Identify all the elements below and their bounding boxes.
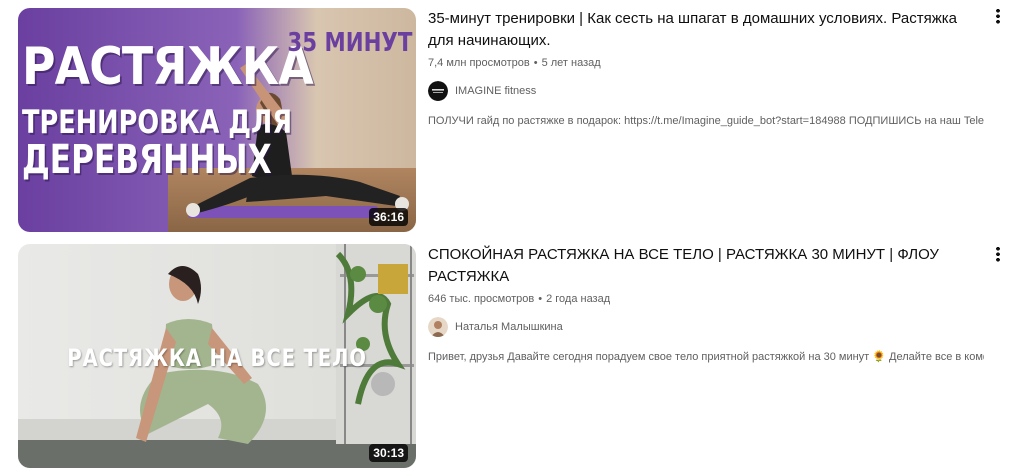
video-info: СПОКОЙНАЯ РАСТЯЖКА НА ВСЕ ТЕЛО | РАСТЯЖК…	[428, 244, 988, 365]
channel-avatar[interactable]	[428, 81, 448, 101]
video-result: РАСТЯЖКА НА ВСЕ ТЕЛО 30:13 СПОКОЙНАЯ РАС…	[0, 238, 1024, 472]
meta-separator: •	[538, 293, 543, 305]
video-description: ПОЛУЧИ гайд по растяжке в подарок: https…	[428, 115, 984, 127]
video-description: Привет, друзья Давайте сегодня порадуем …	[428, 351, 984, 363]
thumbnail-overlay-subtitle: ТРЕНИРОВКА ДЛЯ	[22, 103, 293, 141]
channel-link[interactable]: IMAGINE fitness	[428, 81, 988, 101]
upload-age: 2 года назад	[546, 293, 611, 305]
thumbnail-overlay-title: РАСТЯЖКА	[22, 37, 314, 97]
search-results: РАСТЯЖКА ТРЕНИРОВКА ДЛЯ ДЕРЕВЯННЫХ 35 МИ…	[0, 0, 1024, 476]
channel-link[interactable]: Наталья Малышкина	[428, 317, 988, 337]
upload-age: 5 лет назад	[541, 57, 601, 69]
channel-name[interactable]: Наталья Малышкина	[455, 321, 563, 333]
channel-name[interactable]: IMAGINE fitness	[455, 85, 536, 97]
video-title[interactable]: 35-минут тренировки | Как сесть на шпага…	[428, 8, 984, 52]
meta-separator: •	[533, 57, 538, 69]
channel-avatar[interactable]	[428, 317, 448, 337]
more-vert-icon[interactable]	[988, 4, 1008, 28]
video-info: 35-минут тренировки | Как сесть на шпага…	[428, 8, 988, 129]
view-count: 7,4 млн просмотров	[428, 57, 530, 69]
thumbnail-badge: 35 МИНУТ	[287, 28, 412, 58]
view-count: 646 тыс. просмотров	[428, 293, 535, 305]
video-title[interactable]: СПОКОЙНАЯ РАСТЯЖКА НА ВСЕ ТЕЛО | РАСТЯЖК…	[428, 244, 984, 288]
more-vert-icon[interactable]	[988, 242, 1008, 266]
duration-badge: 30:13	[369, 444, 408, 462]
video-thumbnail[interactable]: РАСТЯЖКА ТРЕНИРОВКА ДЛЯ ДЕРЕВЯННЫХ 35 МИ…	[18, 8, 416, 232]
thumbnail-overlay-title: РАСТЯЖКА НА ВСЕ ТЕЛО	[67, 344, 367, 372]
video-meta: 646 тыс. просмотров • 2 года назад	[428, 291, 988, 307]
video-thumbnail[interactable]: РАСТЯЖКА НА ВСЕ ТЕЛО 30:13	[18, 244, 416, 468]
thumbnail-overlay-subtitle-2: ДЕРЕВЯННЫХ	[22, 137, 272, 183]
video-result: РАСТЯЖКА ТРЕНИРОВКА ДЛЯ ДЕРЕВЯННЫХ 35 МИ…	[0, 0, 1024, 234]
video-meta: 7,4 млн просмотров • 5 лет назад	[428, 55, 988, 71]
duration-badge: 36:16	[369, 208, 408, 226]
